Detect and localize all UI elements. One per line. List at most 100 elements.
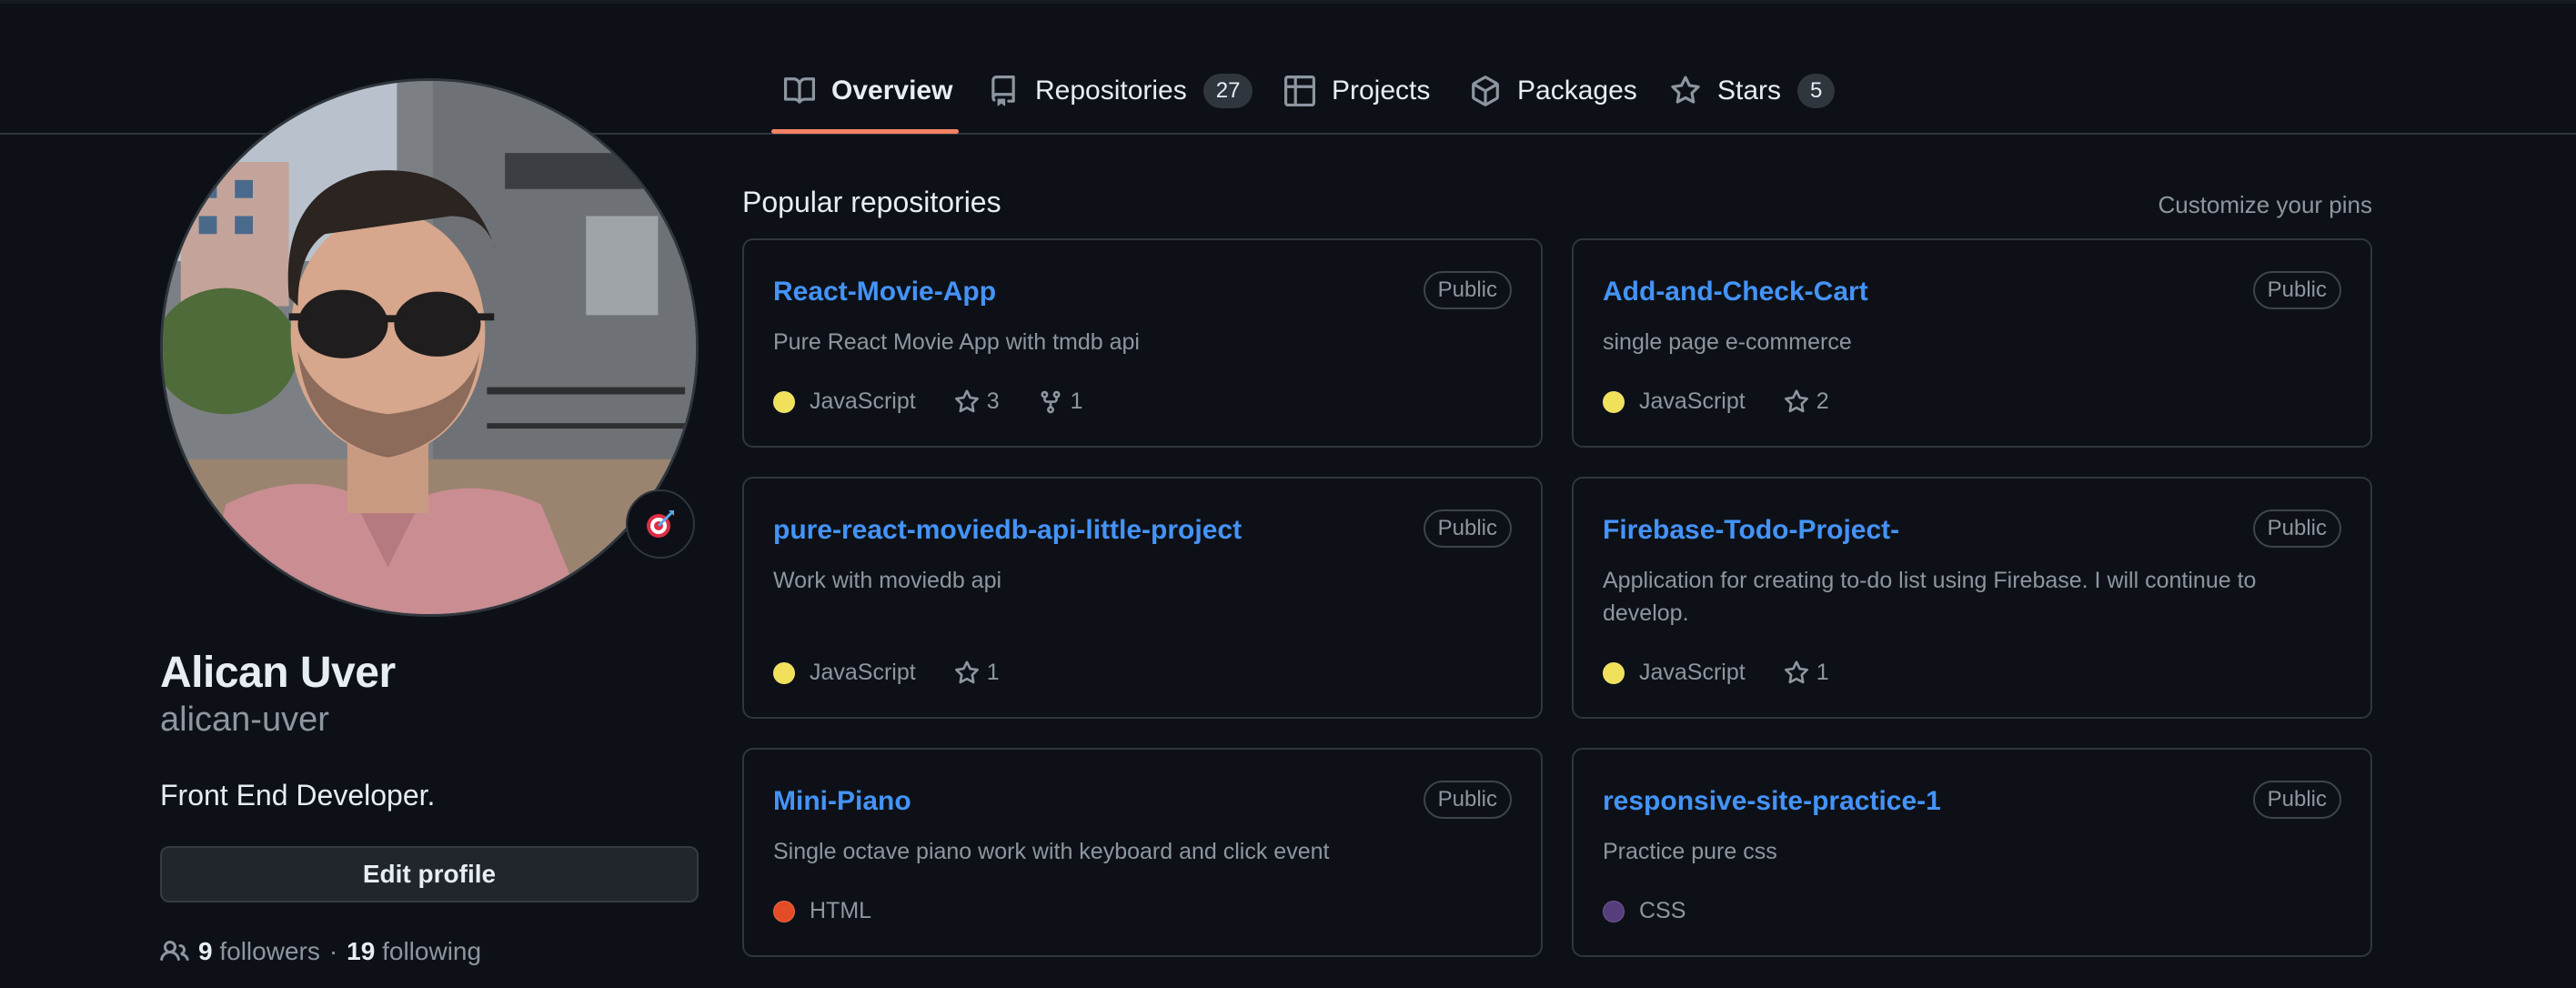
- popular-repositories-title: Popular repositories: [742, 186, 1001, 218]
- forks-count: 1: [1070, 388, 1083, 414]
- follow-stats: 9 followers · 19 following: [160, 937, 481, 966]
- tab-stars[interactable]: Stars 5: [1670, 66, 1836, 116]
- set-status-button[interactable]: [626, 489, 695, 559]
- repo-card: React-Movie-App Public Pure React Movie …: [742, 238, 1543, 448]
- star-icon: [1671, 76, 1700, 104]
- repo-card: responsive-site-practice-1 Public Practi…: [1572, 748, 2372, 957]
- followers-link[interactable]: 9 followers: [198, 937, 320, 966]
- tab-packages-label: Packages: [1517, 76, 1637, 106]
- following-link[interactable]: 19 following: [347, 937, 481, 966]
- repo-forks-link[interactable]: 1: [1038, 388, 1083, 415]
- package-icon: [1472, 76, 1499, 106]
- language-color-dot: [773, 661, 795, 684]
- repo-card: Mini-Piano Public Single octave piano wo…: [742, 748, 1543, 957]
- book-icon: [784, 77, 815, 104]
- dart-icon: [647, 510, 674, 538]
- following-label: following: [382, 937, 482, 965]
- stars-count: 2: [1816, 388, 1829, 414]
- edit-profile-button[interactable]: Edit profile: [160, 846, 699, 902]
- repo-meta: HTML: [773, 898, 910, 924]
- tab-stars-label: Stars: [1717, 76, 1782, 106]
- tab-projects[interactable]: Projects: [1284, 66, 1430, 116]
- avatar[interactable]: [160, 78, 699, 617]
- visibility-badge: Public: [1423, 781, 1512, 819]
- tab-repositories-label: Repositories: [1035, 76, 1187, 106]
- people-icon: [160, 940, 189, 962]
- stars-count: 3: [986, 388, 1000, 414]
- star-icon: [954, 660, 979, 683]
- tab-packages[interactable]: Packages: [1470, 66, 1637, 116]
- repo-name-link[interactable]: Add-and-Check-Cart: [1603, 277, 1868, 307]
- repo-meta: JavaScript 1: [773, 660, 1038, 686]
- language-label: JavaScript: [810, 660, 916, 685]
- repo-stars-link[interactable]: 1: [1784, 660, 1829, 686]
- language-label: HTML: [810, 898, 872, 923]
- visibility-badge: Public: [1423, 271, 1512, 309]
- repo-name-link[interactable]: Firebase-Todo-Project-: [1603, 515, 1899, 546]
- language-color-dot: [1603, 900, 1625, 922]
- repo-name-link[interactable]: pure-react-moviedb-api-little-project: [773, 515, 1242, 546]
- repo-language: CSS: [1603, 898, 1685, 924]
- repo-description: Application for creating to-do list usin…: [1603, 568, 2257, 626]
- language-label: JavaScript: [810, 388, 916, 414]
- stars-count-badge: 5: [1797, 74, 1836, 108]
- language-color-dot: [1603, 661, 1625, 684]
- repo-icon: [991, 76, 1015, 106]
- visibility-badge: Public: [2252, 271, 2341, 309]
- repo-stars-link[interactable]: 3: [954, 388, 1000, 415]
- repo-description: Pure React Movie App with tmdb api: [773, 329, 1140, 355]
- profile-username: alican-uver: [160, 701, 329, 739]
- followers-count: 9: [198, 937, 213, 965]
- tab-projects-label: Projects: [1332, 76, 1431, 106]
- repo-language: HTML: [773, 898, 871, 924]
- repo-description: single page e-commerce: [1603, 329, 1852, 355]
- repo-name-link[interactable]: React-Movie-App: [773, 277, 996, 307]
- repo-meta: JavaScript 1: [1603, 660, 1867, 686]
- selected-tab-underline: [771, 129, 959, 134]
- repositories-count-badge: 27: [1202, 74, 1253, 108]
- repo-stars-link[interactable]: 1: [954, 660, 1000, 686]
- stars-count: 1: [986, 660, 1000, 685]
- repo-card: Add-and-Check-Cart Public single page e-…: [1572, 238, 2372, 448]
- followers-label: followers: [219, 937, 320, 965]
- repo-name-link[interactable]: Mini-Piano: [773, 786, 911, 817]
- repo-description: Practice pure css: [1603, 839, 1777, 864]
- visibility-badge: Public: [1423, 509, 1512, 548]
- repo-language: JavaScript: [773, 660, 916, 686]
- visibility-badge: Public: [2252, 509, 2341, 548]
- repo-meta: JavaScript 3 1: [773, 388, 1122, 415]
- profile-full-name: Alican Uver: [160, 649, 396, 697]
- language-color-dot: [773, 390, 795, 413]
- repo-stars-link[interactable]: 2: [1784, 388, 1829, 415]
- repo-description: Single octave piano work with keyboard a…: [773, 839, 1330, 864]
- language-color-dot: [773, 900, 795, 922]
- avatar-photo: [163, 81, 696, 614]
- visibility-badge: Public: [2252, 781, 2341, 819]
- tab-overview[interactable]: Overview: [784, 66, 952, 116]
- tab-repositories[interactable]: Repositories 27: [988, 66, 1253, 116]
- repo-card: pure-react-moviedb-api-little-project Pu…: [742, 477, 1543, 719]
- profile-bio: Front End Developer.: [160, 779, 436, 812]
- repo-description: Work with moviedb api: [773, 568, 1002, 593]
- language-label: JavaScript: [1639, 660, 1746, 685]
- language-label: JavaScript: [1639, 388, 1746, 414]
- table-icon: [1284, 76, 1315, 106]
- stars-count: 1: [1816, 660, 1829, 685]
- customize-pins-link[interactable]: Customize your pins: [2158, 191, 2372, 219]
- star-icon: [1784, 660, 1808, 683]
- star-icon: [954, 388, 979, 412]
- language-color-dot: [1603, 390, 1625, 413]
- repo-meta: CSS: [1603, 898, 1724, 924]
- repo-language: JavaScript: [773, 388, 916, 415]
- repo-meta: JavaScript 2: [1603, 388, 1867, 415]
- follow-separator: ·: [328, 937, 338, 965]
- following-count: 19: [347, 937, 376, 965]
- repo-name-link[interactable]: responsive-site-practice-1: [1603, 786, 1941, 817]
- star-icon: [1784, 388, 1808, 412]
- repo-language: JavaScript: [1603, 660, 1746, 686]
- repo-language: JavaScript: [1603, 388, 1746, 415]
- repo-card: Firebase-Todo-Project- Public Applicatio…: [1572, 477, 2372, 719]
- tab-overview-label: Overview: [831, 76, 953, 106]
- fork-icon: [1041, 390, 1061, 413]
- language-label: CSS: [1639, 898, 1686, 923]
